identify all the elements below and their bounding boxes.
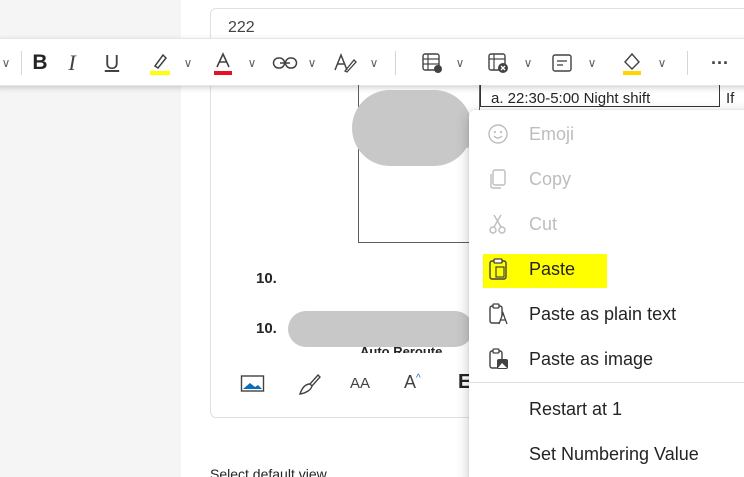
text-size-icon: AA xyxy=(350,375,371,392)
text-box-icon xyxy=(552,54,572,72)
chevron-down-icon: ∨ xyxy=(247,56,257,70)
chevron-down-icon: ∨ xyxy=(455,56,465,70)
menu-item-label: Cut xyxy=(529,214,558,234)
menu-item-label: Paste xyxy=(529,259,576,279)
menu-item-label: Copy xyxy=(529,169,572,189)
divider xyxy=(687,51,688,75)
insert-picture-button[interactable] xyxy=(240,374,266,399)
italic-icon: I xyxy=(68,50,76,75)
default-view-text: Select default view xyxy=(210,466,327,477)
link-dropdown[interactable]: ∨ xyxy=(305,39,319,87)
font-color-icon xyxy=(214,52,232,75)
menu-item-set-numbering-value[interactable]: Set Numbering Value xyxy=(469,433,744,473)
menu-item-copy[interactable]: Copy xyxy=(469,158,744,198)
chevron-down-icon: ∨ xyxy=(369,56,379,70)
paintbrush-icon xyxy=(298,373,321,395)
format-painter-button[interactable] xyxy=(296,372,322,403)
scissors-icon xyxy=(489,214,506,234)
more-icon: ··· xyxy=(711,52,729,73)
highlight-dropdown[interactable]: ∨ xyxy=(181,39,195,87)
picture-icon xyxy=(240,375,265,392)
superscript-button[interactable]: A^ xyxy=(404,372,421,393)
formatting-toolbar: ∨ B I U ∨ ∨ ∨ ∨ ∨ ∨ ∨ ∨ ··· xyxy=(0,38,744,86)
font-color-dropdown[interactable]: ∨ xyxy=(245,39,259,87)
cell-align-dropdown[interactable]: ∨ xyxy=(585,39,599,87)
table-button[interactable] xyxy=(417,39,447,87)
paste-image-icon xyxy=(489,348,508,369)
paste-icon xyxy=(489,258,507,280)
cell-align-button[interactable] xyxy=(547,39,577,87)
menu-item-label: Paste as plain text xyxy=(529,304,677,324)
underline-button[interactable]: U xyxy=(99,39,125,87)
bold-button[interactable]: B xyxy=(27,39,53,87)
table-cell-text: a. 22:30-5:00 Night shift xyxy=(491,90,651,107)
menu-item-emoji[interactable]: Emoji xyxy=(469,113,744,153)
chevron-down-icon: ∨ xyxy=(183,56,193,70)
menu-item-label: Paste as image xyxy=(529,349,654,369)
table-dropdown[interactable]: ∨ xyxy=(453,39,467,87)
text-style-icon xyxy=(334,52,357,73)
more-options-button[interactable]: ··· xyxy=(705,39,735,87)
menu-item-label: Set Numbering Value xyxy=(529,444,699,464)
subject-field[interactable]: 222 xyxy=(228,19,255,37)
chevron-down-icon: ∨ xyxy=(1,56,11,70)
underline-icon: U xyxy=(104,51,120,74)
menu-item-cut[interactable]: Cut xyxy=(469,203,744,243)
menu-item-paste-plain-text[interactable]: Paste as plain text xyxy=(469,293,744,333)
link-icon xyxy=(272,57,298,69)
table-delete-button[interactable] xyxy=(483,39,513,87)
font-size-dropdown[interactable]: ∨ xyxy=(0,39,15,87)
styles-dropdown[interactable]: ∨ xyxy=(367,39,381,87)
chevron-down-icon: ∨ xyxy=(657,56,667,70)
divider xyxy=(21,51,22,75)
menu-item-label: Restart at 1 xyxy=(529,399,623,419)
highlight-button[interactable] xyxy=(143,39,177,87)
menu-divider xyxy=(469,382,744,383)
table-icon xyxy=(422,53,442,73)
chevron-down-icon: ∨ xyxy=(307,56,317,70)
menu-item-paste[interactable]: Paste xyxy=(469,248,744,288)
shading-dropdown[interactable]: ∨ xyxy=(655,39,669,87)
superscript-icon: A xyxy=(404,372,417,392)
table-delete-dropdown[interactable]: ∨ xyxy=(521,39,535,87)
shading-button[interactable] xyxy=(617,39,647,87)
text-size-button[interactable]: AA xyxy=(350,375,370,392)
divider xyxy=(395,51,396,75)
clipped-text: Auto Reroute xyxy=(360,345,443,353)
caret-up-icon: ^ xyxy=(416,373,421,384)
bold-icon: B xyxy=(32,51,48,74)
insert-link-button[interactable] xyxy=(269,39,301,87)
list-number: 10. xyxy=(256,270,277,287)
context-menu: Emoji Copy Cut Paste Paste as plain text… xyxy=(469,110,744,477)
table-delete-icon xyxy=(488,53,508,73)
paint-bucket-icon xyxy=(623,52,641,75)
paste-plain-text-icon xyxy=(489,303,508,325)
copy-icon xyxy=(490,169,506,189)
bottom-toolbar: AA A^ E xyxy=(236,368,476,402)
menu-item-paste-image[interactable]: Paste as image xyxy=(469,338,744,378)
styles-button[interactable] xyxy=(329,39,361,87)
highlighter-icon xyxy=(150,53,170,75)
table-cell-text: If xyxy=(726,90,735,107)
chevron-down-icon: ∨ xyxy=(587,56,597,70)
font-color-button[interactable] xyxy=(207,39,239,87)
list-number: 10. xyxy=(256,320,277,337)
table-cell[interactable]: a. 22:30-5:00 Night shift xyxy=(480,85,720,107)
redacted-content xyxy=(362,118,480,148)
menu-item-restart-numbering[interactable]: Restart at 1 xyxy=(469,388,744,428)
chevron-down-icon: ∨ xyxy=(523,56,533,70)
italic-button[interactable]: I xyxy=(59,39,85,87)
emoji-icon xyxy=(488,124,508,144)
redacted-content xyxy=(288,311,473,347)
menu-item-label: Emoji xyxy=(529,124,575,144)
